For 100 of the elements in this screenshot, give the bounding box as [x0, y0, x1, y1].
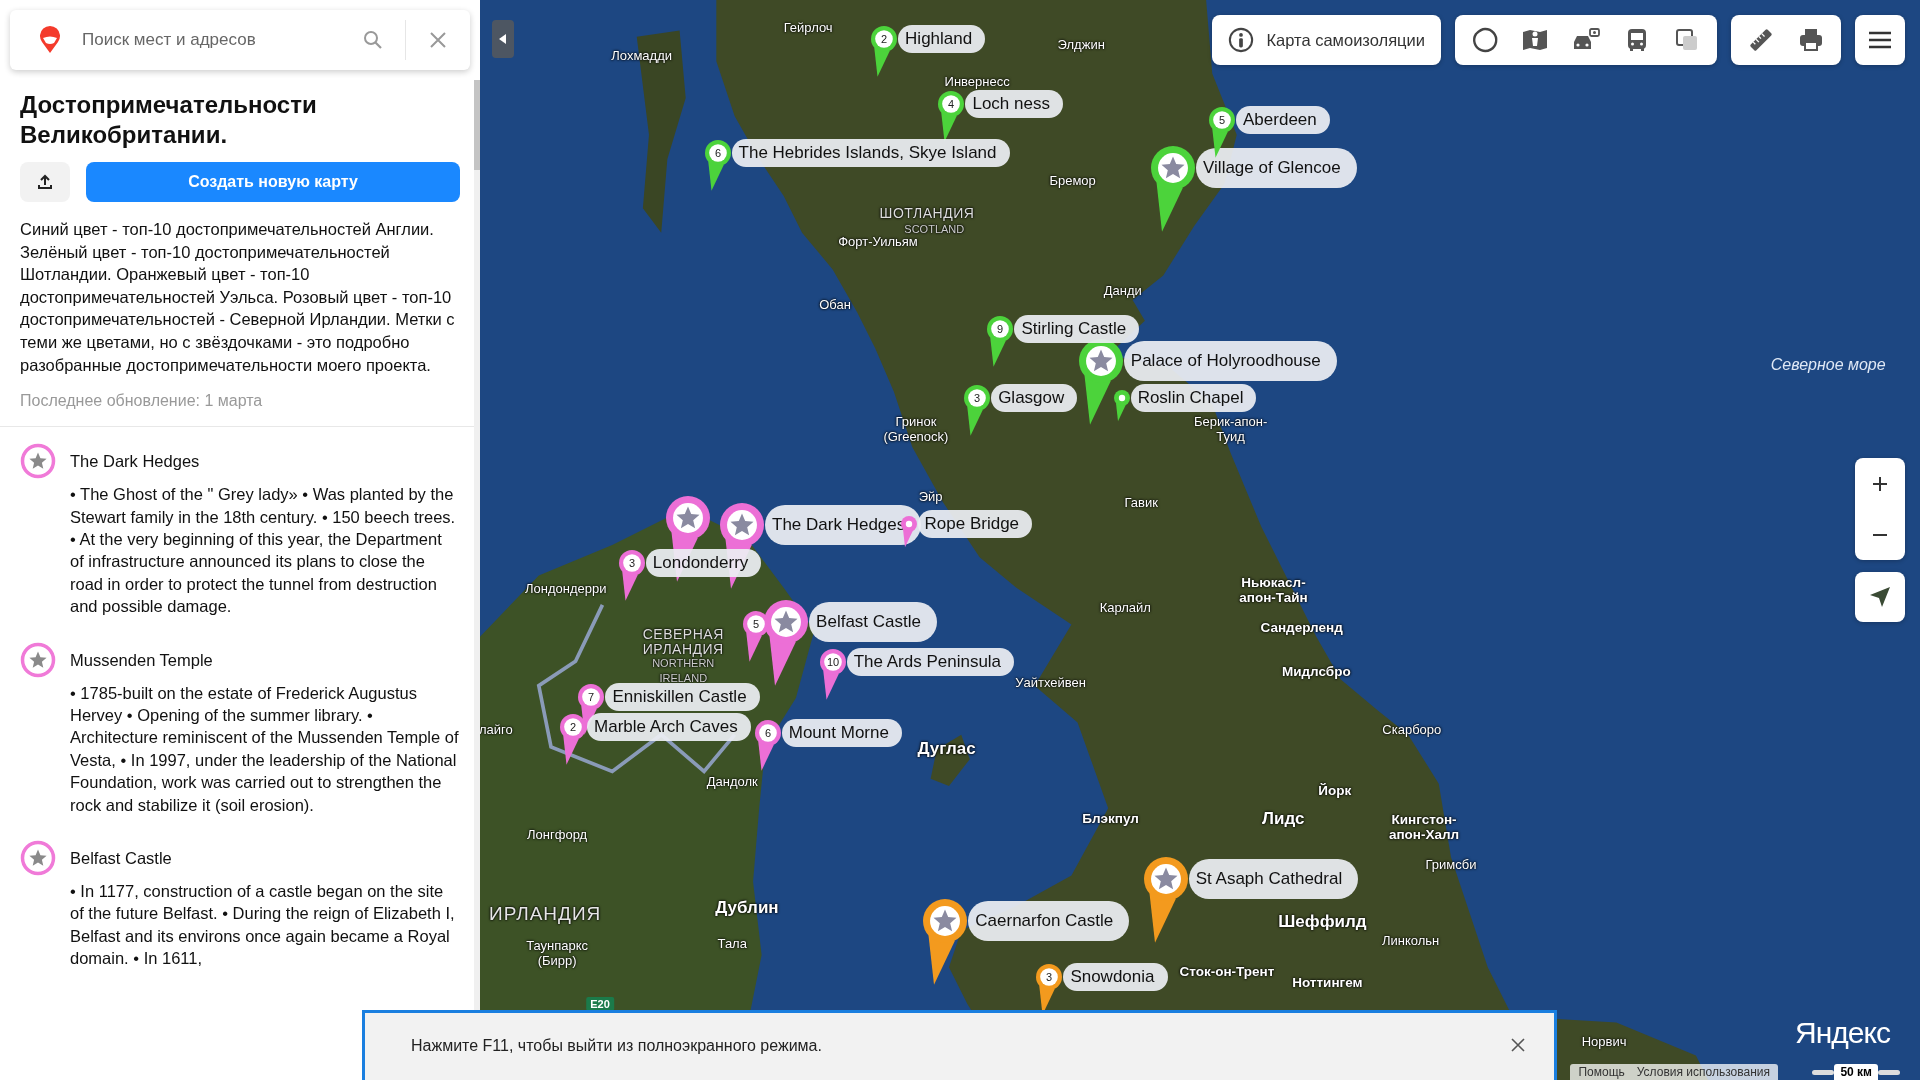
marker-label[interactable]: Highland — [898, 25, 986, 54]
update-date: Последнее обновление: 1 марта — [20, 392, 264, 411]
city-name: Данди — [1103, 282, 1142, 298]
scale-label: 50 км — [1834, 1064, 1878, 1080]
footer-link[interactable]: Помощь — [1578, 1065, 1625, 1079]
plus-icon — [1872, 475, 1888, 492]
city-name: Шеффилд — [1278, 911, 1367, 931]
city-name: Лондондерри — [524, 580, 607, 596]
share-button[interactable] — [20, 162, 70, 202]
marker-label[interactable]: Village of Glencoe — [1196, 147, 1357, 188]
map-pin[interactable]: 4 — [936, 89, 967, 143]
close-icon[interactable] — [1510, 1037, 1526, 1053]
city-name: Гавик — [1124, 494, 1158, 510]
menu-button[interactable] — [1855, 15, 1905, 65]
city-name: Мидлсбро — [1281, 663, 1351, 679]
yandex-logo[interactable]: Яндекс — [1795, 1016, 1890, 1050]
city-name: Сток-он-Трент — [1179, 963, 1275, 979]
marker-label[interactable]: Loch ness — [965, 90, 1063, 119]
footer-link[interactable]: Условия использования — [1636, 1065, 1770, 1079]
self-isolation-map-button[interactable]: Карта самоизоляции — [1212, 15, 1441, 65]
marker-label[interactable]: Rope Bridge — [917, 510, 1033, 539]
road-number: E20 — [586, 997, 614, 1012]
city-name: Дублин — [715, 897, 779, 917]
marker-label[interactable]: Palace of Holyroodhouse — [1123, 341, 1337, 382]
place-description: • In 1177, construction of a castle began on the site of the future Belfast. • During the reign of Elizabeth I, Belfast and its environs once again became a Royal domain. • In 1611, — [70, 881, 456, 970]
map-pin[interactable] — [1149, 143, 1198, 233]
city-name: Линкольн — [1381, 932, 1440, 948]
city-name: Уайтхейвен — [1015, 674, 1086, 690]
city-name: Гримсби — [1425, 857, 1477, 872]
map-title: Достопримечательности Великобритании. — [20, 90, 318, 150]
scale-bar — [1812, 1069, 1835, 1075]
marker-label[interactable]: Belfast Castle — [809, 602, 937, 643]
map-pin[interactable]: 6 — [752, 718, 783, 773]
menu-icon — [1868, 30, 1892, 50]
close-icon[interactable] — [428, 30, 448, 50]
marker-label[interactable]: Londonderry — [645, 549, 762, 578]
city-name: Лидс — [1262, 808, 1305, 828]
marker-label[interactable]: Caernarfon Castle — [968, 900, 1130, 941]
region-name: СЕВЕРНАЯ ИРЛАНДИЯ — [641, 626, 725, 657]
marker-label[interactable]: Mount Morne — [781, 719, 902, 748]
marker-label[interactable]: The Ards Peninsula — [846, 648, 1015, 677]
place-description: • 1785-built on the estate of Frederick Augustus Hervey • Opening of the summer library. • Architecture reminiscent of the Mussenden Temple of Vesta, • In 1997, under the leadership of the National Foundation, work was carried out to strengthen the rock and stabilize it (soil erosion). — [70, 682, 460, 816]
city-name: Норвич — [1581, 1033, 1627, 1049]
panorama-circle-icon[interactable] — [1471, 26, 1499, 54]
city-name: лайго — [480, 721, 513, 737]
city-name: Дандолк — [706, 773, 758, 789]
city-name: Обан — [819, 296, 851, 312]
map-pin[interactable]: 3 — [616, 548, 647, 602]
map-pin-logo-icon — [38, 26, 62, 54]
city-name: Эйр — [918, 488, 943, 504]
marker-label[interactable]: Stirling Castle — [1014, 315, 1140, 344]
city-name: Скарборо — [1382, 721, 1442, 737]
map-pin[interactable]: 5 — [740, 609, 771, 664]
map-description: Синий цвет - топ-10 достопримечательностей Англии. Зелёный цвет - топ-10 достопримечательностей Шотландии. Оранжевый цвет - топ-10 достопримечательностей Уэльса. Розовый цвет - топ-10 достопримечательностей - Северной Ирландии. Метки с теми же цветами, но с звёздочками - это подробно разобранные достопримечательности моего проекта. — [20, 219, 456, 376]
place-title[interactable]: The Dark Hedges — [70, 443, 460, 480]
caret-left-icon — [499, 34, 507, 44]
marker-label[interactable]: Marble Arch Caves — [587, 713, 751, 742]
map-pin[interactable] — [762, 598, 811, 687]
map-pin[interactable]: 9 — [985, 314, 1016, 369]
city-name: Берик-апон-Туид — [1192, 413, 1269, 444]
city-name: Дуглас — [917, 738, 976, 758]
scale-bar — [1878, 1069, 1900, 1075]
marker-label[interactable]: Enniskillen Castle — [605, 682, 760, 711]
marker-label[interactable]: The Dark Hedges — [765, 505, 922, 546]
location-arrow-icon — [1868, 585, 1892, 609]
city-name: Инвернесс — [944, 73, 1010, 89]
city-name: Йорк — [1318, 782, 1352, 798]
search-icon[interactable] — [363, 30, 383, 50]
upload-icon — [36, 173, 54, 191]
region-name: ШОТЛАНДИЯ — [879, 205, 975, 221]
place-title[interactable]: Belfast Castle — [70, 840, 460, 877]
map-pin[interactable]: 10 — [817, 647, 848, 702]
map-pin[interactable]: 6 — [702, 138, 733, 192]
city-name: Лохмадди — [611, 47, 672, 63]
printer-icon[interactable] — [1797, 26, 1825, 54]
map-pin[interactable]: 2 — [558, 712, 589, 767]
city-name: Карлайл — [1099, 599, 1151, 615]
city-name: Лонгфорд — [527, 826, 588, 842]
collapse-button[interactable] — [492, 20, 514, 58]
marker-label[interactable]: St Asaph Cathedral — [1188, 859, 1359, 900]
notification-text: Нажмите F11, чтобы выйти из полноэкранного режима. — [411, 1037, 822, 1055]
map-pin[interactable] — [1111, 387, 1132, 423]
city-name: Блэкпул — [1082, 810, 1139, 826]
city-name: Тала — [717, 935, 747, 951]
marker-label[interactable]: Aberdeen — [1236, 106, 1330, 134]
city-name: Ньюкасл-апон-Тайн — [1238, 575, 1309, 606]
city-name: Гринок (Greenock) — [882, 413, 950, 444]
scrollbar-thumb[interactable] — [474, 80, 480, 170]
map-pin[interactable]: 2 — [869, 24, 900, 78]
marker-label[interactable]: The Hebrides Islands, Skye Island — [731, 139, 1010, 168]
place-title[interactable]: Mussenden Temple — [70, 641, 460, 678]
city-name: Ноттингем — [1292, 974, 1363, 990]
minus-icon — [1872, 532, 1888, 537]
person-info-icon — [1228, 27, 1255, 53]
locate-button[interactable] — [1855, 572, 1905, 622]
marker-label[interactable]: Snowdonia — [1063, 963, 1168, 992]
search-input[interactable]: Поиск мест и адресов — [80, 29, 349, 51]
map-pin[interactable] — [1141, 855, 1190, 944]
map-pin[interactable] — [921, 896, 970, 986]
map-pin[interactable]: 3 — [962, 382, 993, 437]
